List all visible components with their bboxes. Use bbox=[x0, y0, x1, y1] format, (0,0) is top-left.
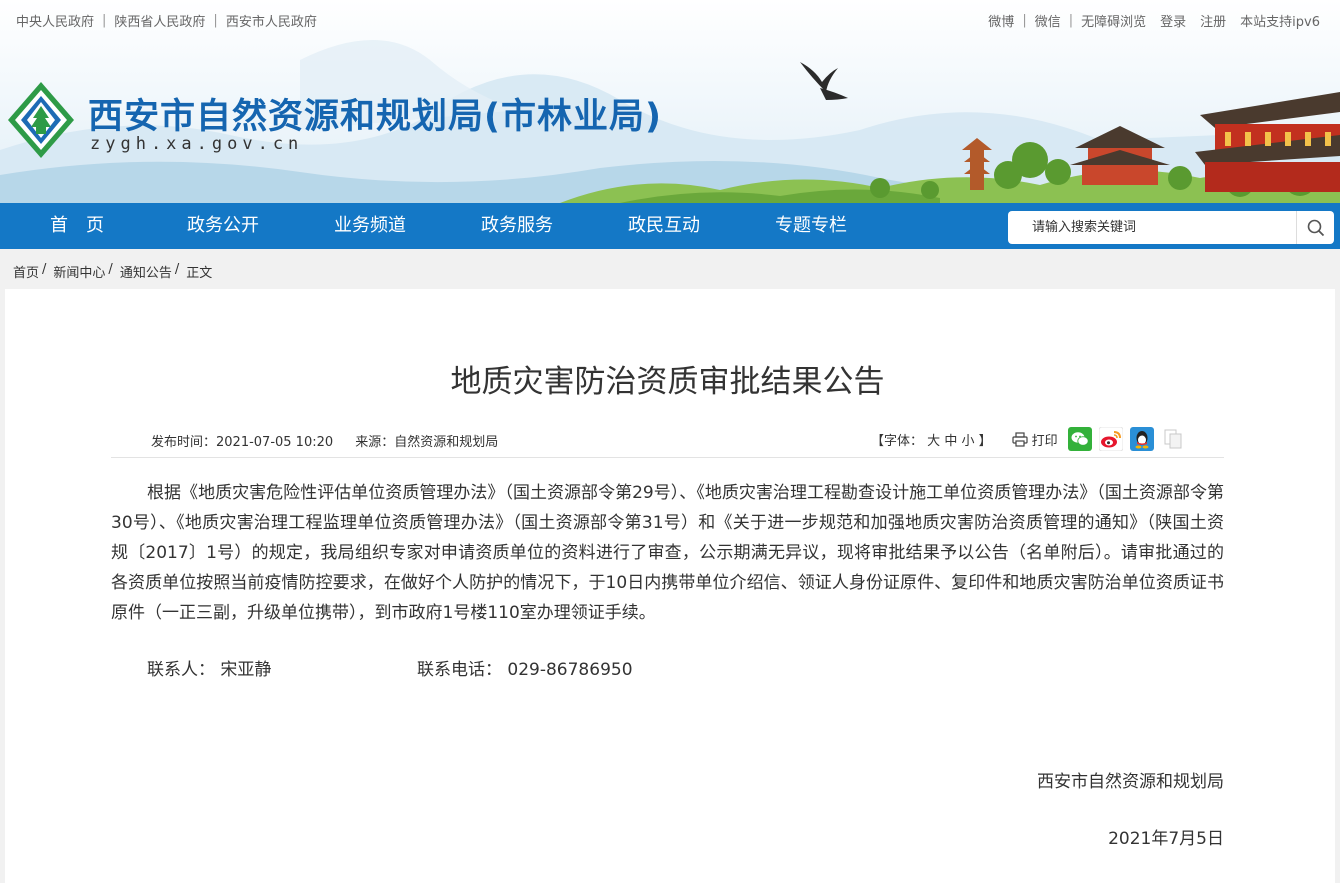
font-size-medium[interactable]: 中 bbox=[944, 434, 957, 449]
separator: | bbox=[1022, 13, 1027, 28]
meta-divider bbox=[111, 457, 1224, 458]
wechat-link[interactable]: 微信 bbox=[1035, 11, 1061, 30]
breadcrumb: 首页 / 新闻中心 / 通知公告 / 正文 bbox=[13, 262, 212, 281]
gov-links: 中央人民政府 | 陕西省人民政府 | 西安市人民政府 bbox=[16, 11, 317, 30]
contact-person: 联系人： 宋亚静 bbox=[147, 660, 272, 680]
site-domain: zygh.xa.gov.cn bbox=[90, 134, 304, 154]
search-button[interactable] bbox=[1296, 211, 1334, 244]
breadcrumb-current: 正文 bbox=[186, 266, 213, 281]
nav-item-home[interactable]: 首 页 bbox=[50, 203, 104, 249]
article-meta: 发布时间：2021-07-05 10:20 来源：自然资源和规划局 bbox=[151, 431, 498, 450]
publish-time: 发布时间：2021-07-05 10:20 bbox=[151, 435, 334, 450]
font-size-close: 】 bbox=[978, 433, 992, 449]
gov-link-shaanxi[interactable]: 陕西省人民政府 bbox=[114, 11, 205, 30]
article-body: 根据《地质灾害危险性评估单位资质管理办法》（国土资源部令第29号）、《地质灾害治… bbox=[111, 483, 1224, 623]
utility-links: 微博 | 微信 | 无障碍浏览 登录 注册 本站支持ipv6 bbox=[988, 11, 1320, 30]
print-button[interactable]: 打印 bbox=[1012, 430, 1058, 449]
gov-link-xian[interactable]: 西安市人民政府 bbox=[226, 11, 317, 30]
site-title[interactable]: 西安市自然资源和规划局(市林业局) bbox=[88, 88, 662, 139]
copy-icon bbox=[1164, 429, 1182, 449]
site-header: 中央人民政府 | 陕西省人民政府 | 西安市人民政府 微博 | 微信 | 无障碍… bbox=[0, 0, 1340, 203]
copy-link-button[interactable] bbox=[1161, 427, 1185, 451]
gov-link-central[interactable]: 中央人民政府 bbox=[16, 11, 94, 30]
article-tools: 【字体： 大 中 小 】 打印 bbox=[871, 425, 1185, 453]
font-size-small[interactable]: 小 bbox=[961, 434, 974, 449]
search-icon bbox=[1307, 219, 1324, 236]
separator: | bbox=[213, 13, 218, 28]
separator: | bbox=[1068, 13, 1074, 28]
font-size-large[interactable]: 大 bbox=[927, 434, 940, 449]
font-size-switcher: 【字体： 大 中 小 】 bbox=[871, 430, 992, 449]
article-title: 地质灾害防治资质审批结果公告 bbox=[450, 364, 885, 400]
separator: | bbox=[102, 13, 107, 28]
register-link[interactable]: 注册 bbox=[1200, 11, 1226, 30]
login-link[interactable]: 登录 bbox=[1160, 11, 1186, 30]
weibo-link[interactable]: 微博 bbox=[988, 11, 1014, 30]
qq-icon bbox=[1135, 431, 1149, 449]
share-qq-button[interactable] bbox=[1129, 427, 1154, 451]
breadcrumb-notices[interactable]: 通知公告 bbox=[120, 262, 172, 281]
breadcrumb-separator: / bbox=[108, 262, 113, 277]
font-size-label: 【字体： bbox=[871, 433, 924, 449]
share-weibo-button[interactable] bbox=[1098, 427, 1123, 451]
breadcrumb-separator: / bbox=[174, 262, 180, 277]
breadcrumb-news-center[interactable]: 新闻中心 bbox=[53, 262, 105, 281]
nav-item-business-channel[interactable]: 业务频道 bbox=[334, 203, 406, 249]
share-wechat-button[interactable] bbox=[1067, 427, 1092, 451]
nav-item-public-interaction[interactable]: 政民互动 bbox=[628, 203, 700, 249]
article-source: 来源：自然资源和规划局 bbox=[355, 435, 499, 450]
bureau-logo-icon[interactable] bbox=[6, 80, 76, 160]
contact-phone: 联系电话： 029-86786950 bbox=[417, 660, 633, 680]
ipv6-label: 本站支持ipv6 bbox=[1240, 15, 1320, 30]
signature-date: 2021年7月5日 bbox=[1108, 829, 1224, 849]
breadcrumb-home[interactable]: 首页 bbox=[13, 262, 39, 281]
accessibility-link[interactable]: 无障碍浏览 bbox=[1081, 11, 1146, 30]
print-icon bbox=[1012, 431, 1028, 447]
print-label: 打印 bbox=[1031, 433, 1058, 449]
main-nav: 首 页 政务公开 业务频道 政务服务 政民互动 专题专栏 bbox=[0, 203, 1340, 249]
breadcrumb-separator: / bbox=[42, 262, 47, 277]
nav-item-government-affairs[interactable]: 政务公开 bbox=[187, 203, 259, 249]
wechat-icon bbox=[1071, 432, 1089, 446]
signature-organization: 西安市自然资源和规划局 bbox=[1037, 772, 1224, 792]
nav-item-special-topics[interactable]: 专题专栏 bbox=[775, 203, 847, 249]
search-box bbox=[1008, 211, 1334, 244]
nav-item-government-services[interactable]: 政务服务 bbox=[481, 203, 553, 249]
weibo-icon bbox=[1098, 427, 1123, 451]
search-input[interactable] bbox=[1008, 211, 1296, 244]
